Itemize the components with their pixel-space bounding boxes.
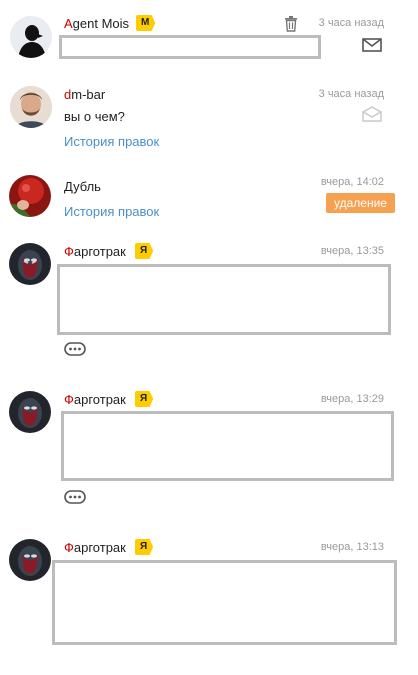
moderator-badge: М — [136, 15, 156, 31]
comment-time: вчера, 13:29 — [320, 393, 384, 405]
deletion-badge[interactable]: удаление — [326, 193, 395, 213]
envelope-open-icon[interactable] — [362, 106, 382, 122]
envelope-icon[interactable] — [362, 38, 382, 52]
yandex-badge: Я — [135, 539, 154, 555]
edit-history-link[interactable]: История правок — [64, 134, 159, 149]
comment-author[interactable]: Фарготрак — [64, 244, 126, 259]
redacted-content — [59, 35, 321, 59]
avatar[interactable] — [9, 175, 51, 217]
comment-text: вы о чем? — [64, 109, 125, 124]
avatar[interactable] — [9, 391, 51, 433]
comment-author[interactable]: Дубль — [64, 179, 101, 194]
comment-author[interactable]: dm-bar — [64, 87, 105, 102]
comment-author[interactable]: Фарготрак — [64, 392, 126, 407]
user-photo — [10, 86, 52, 128]
user-photo — [9, 243, 51, 285]
avatar[interactable] — [10, 16, 52, 58]
user-photo — [9, 539, 51, 581]
user-photo — [9, 391, 51, 433]
user-photo — [9, 175, 51, 217]
default-avatar-icon — [10, 16, 52, 58]
comment-author[interactable]: Фарготрак — [64, 540, 126, 555]
comment-time: вчера, 13:35 — [320, 245, 384, 257]
more-icon[interactable] — [64, 490, 86, 504]
comment-time: 3 часа назад — [318, 88, 384, 100]
redacted-content — [61, 411, 394, 481]
more-icon[interactable] — [64, 342, 86, 356]
trash-icon[interactable] — [284, 16, 298, 32]
edit-history-link[interactable]: История правок — [64, 204, 159, 219]
yandex-badge: Я — [135, 243, 154, 259]
avatar[interactable] — [9, 243, 51, 285]
avatar[interactable] — [9, 539, 51, 581]
redacted-content — [57, 264, 391, 335]
redacted-content — [52, 560, 397, 645]
avatar[interactable] — [10, 86, 52, 128]
comment-time: 3 часа назад — [318, 17, 384, 29]
comment-author[interactable]: Agent Mois — [64, 16, 129, 31]
yandex-badge: Я — [135, 391, 154, 407]
comment-time: вчера, 13:13 — [320, 541, 384, 553]
comment-time: вчера, 14:02 — [320, 176, 384, 188]
